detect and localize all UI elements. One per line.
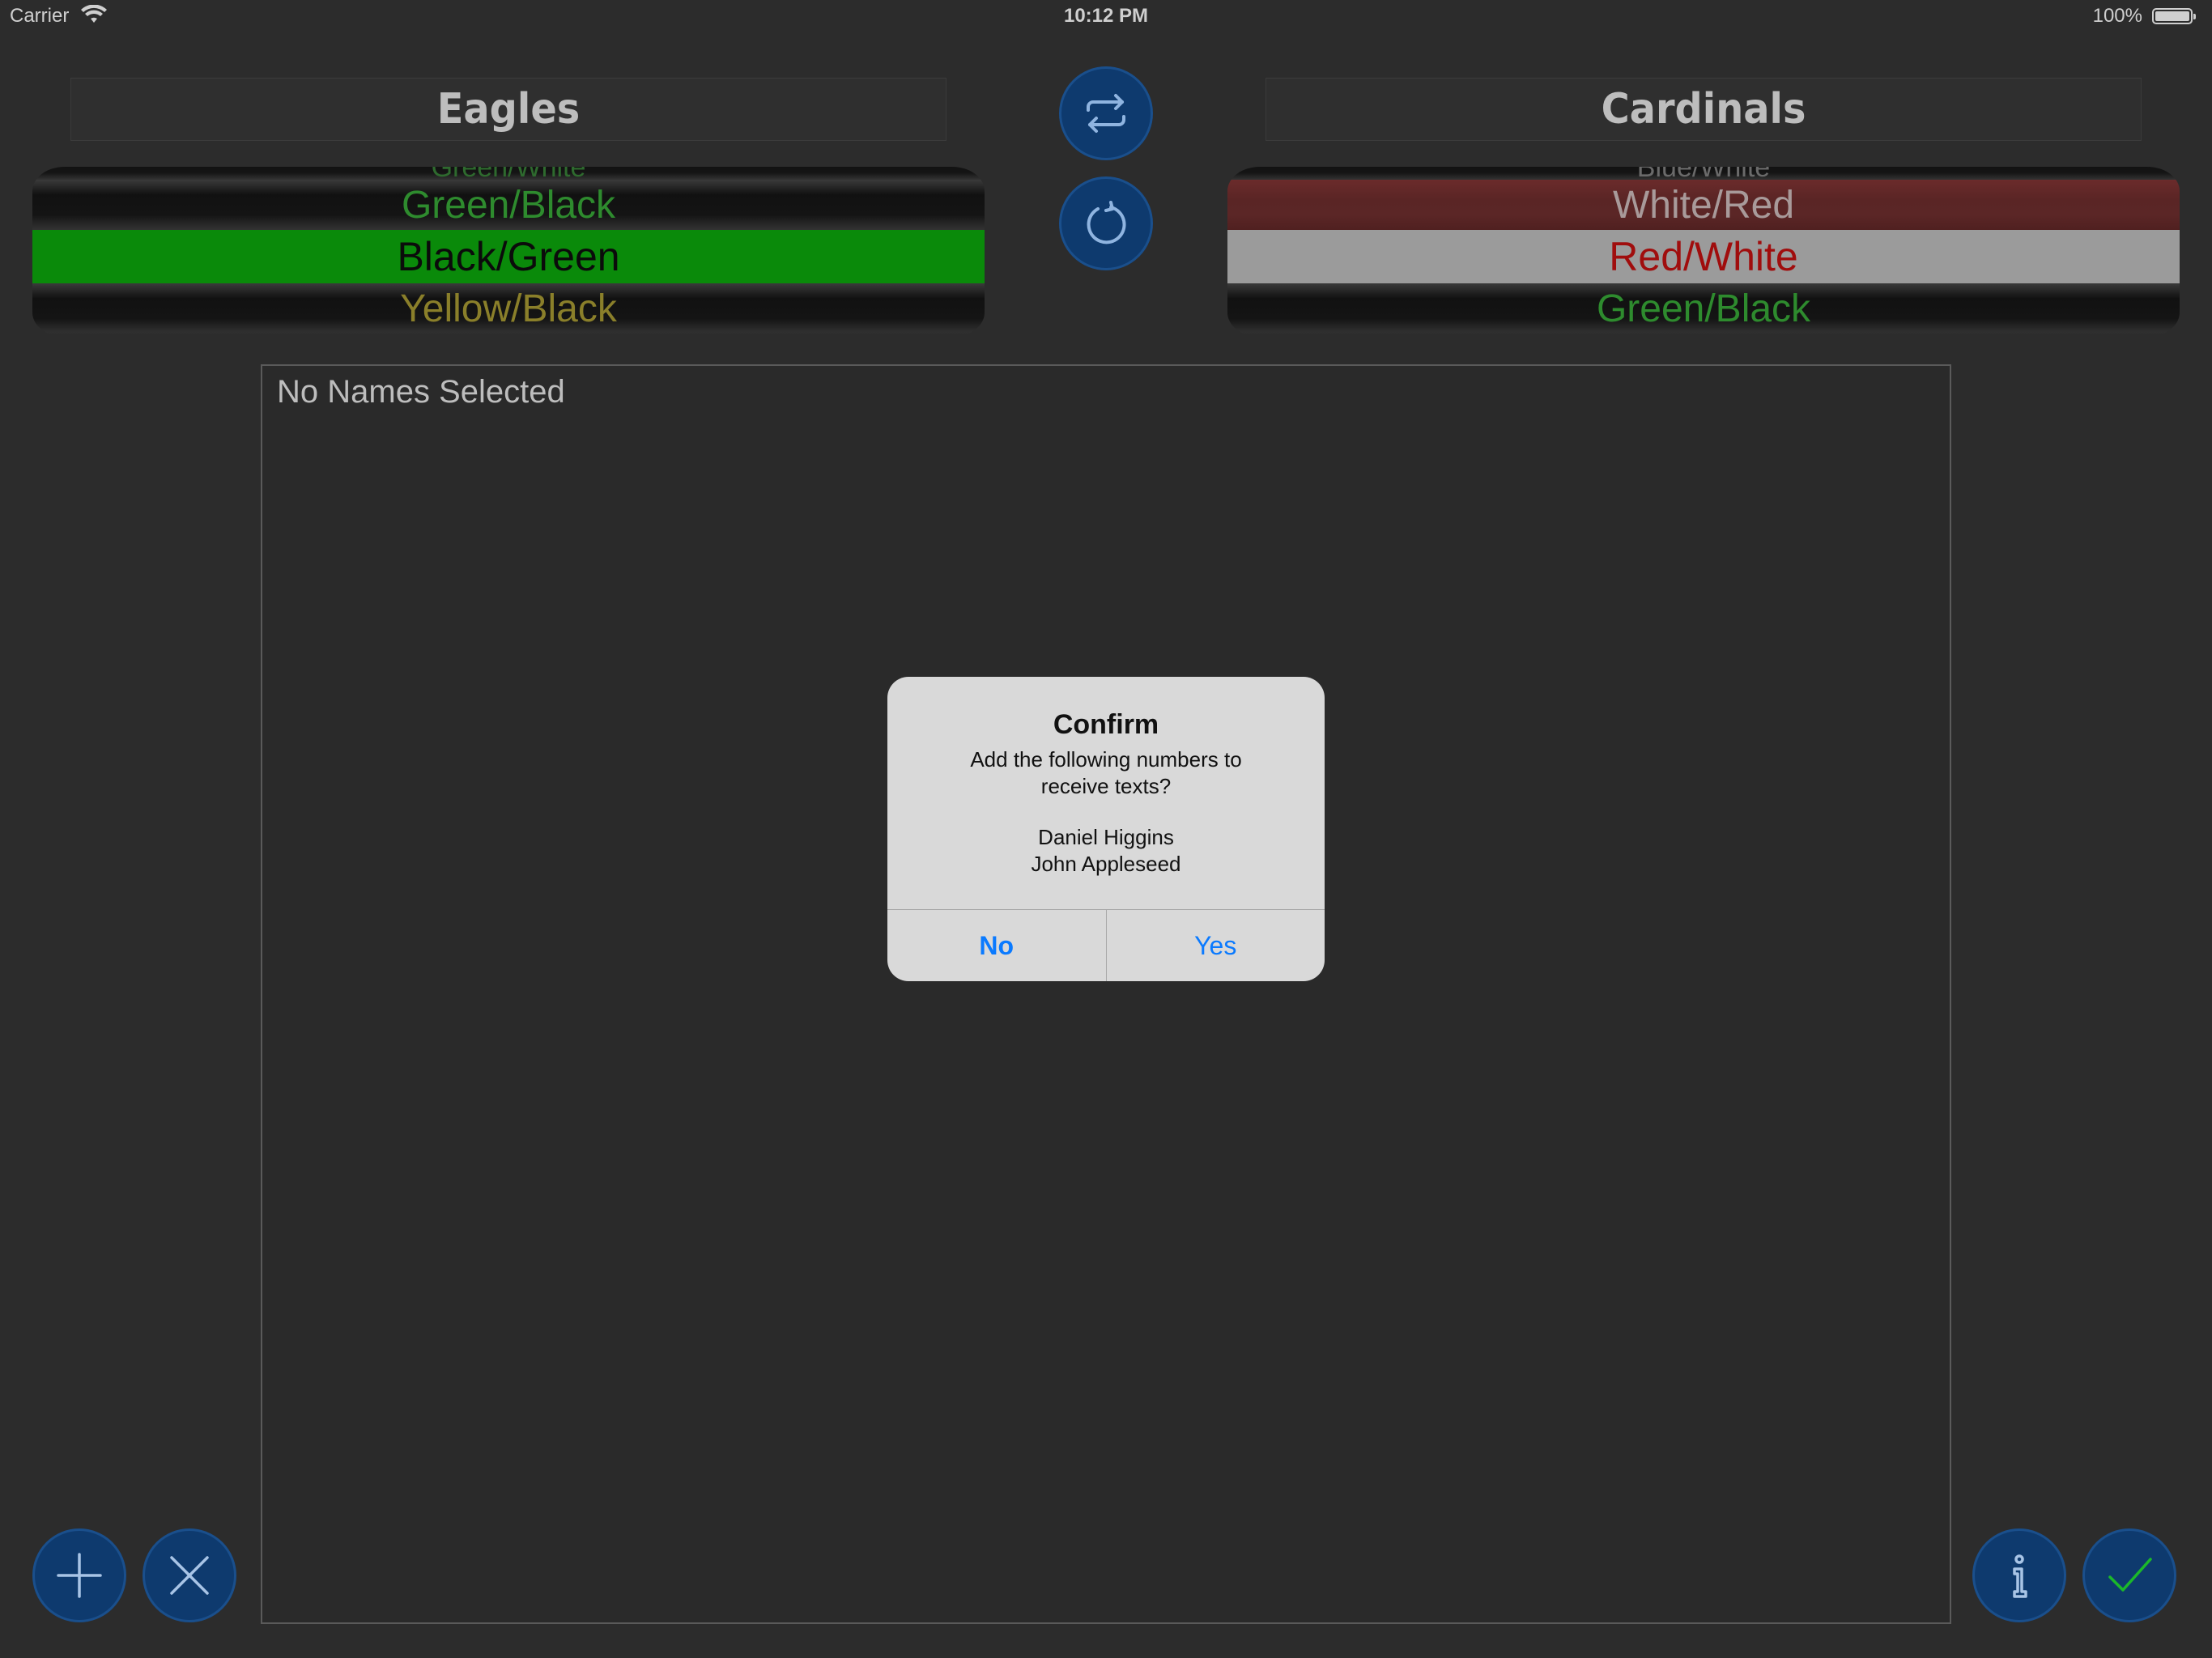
no-button[interactable]: No bbox=[887, 910, 1107, 981]
alert-name-item: John Appleseed bbox=[1031, 852, 1181, 876]
alert-name-item: Daniel Higgins bbox=[1038, 825, 1174, 849]
yes-button[interactable]: Yes bbox=[1107, 910, 1325, 981]
alert-names-list: Daniel Higgins John Appleseed bbox=[887, 824, 1325, 878]
confirm-alert: Confirm Add the following numbers to rec… bbox=[887, 677, 1325, 981]
alert-button-row: No Yes bbox=[887, 909, 1325, 981]
alert-message: Add the following numbers to receive tex… bbox=[970, 747, 1242, 798]
alert-title: Confirm bbox=[1053, 709, 1159, 740]
